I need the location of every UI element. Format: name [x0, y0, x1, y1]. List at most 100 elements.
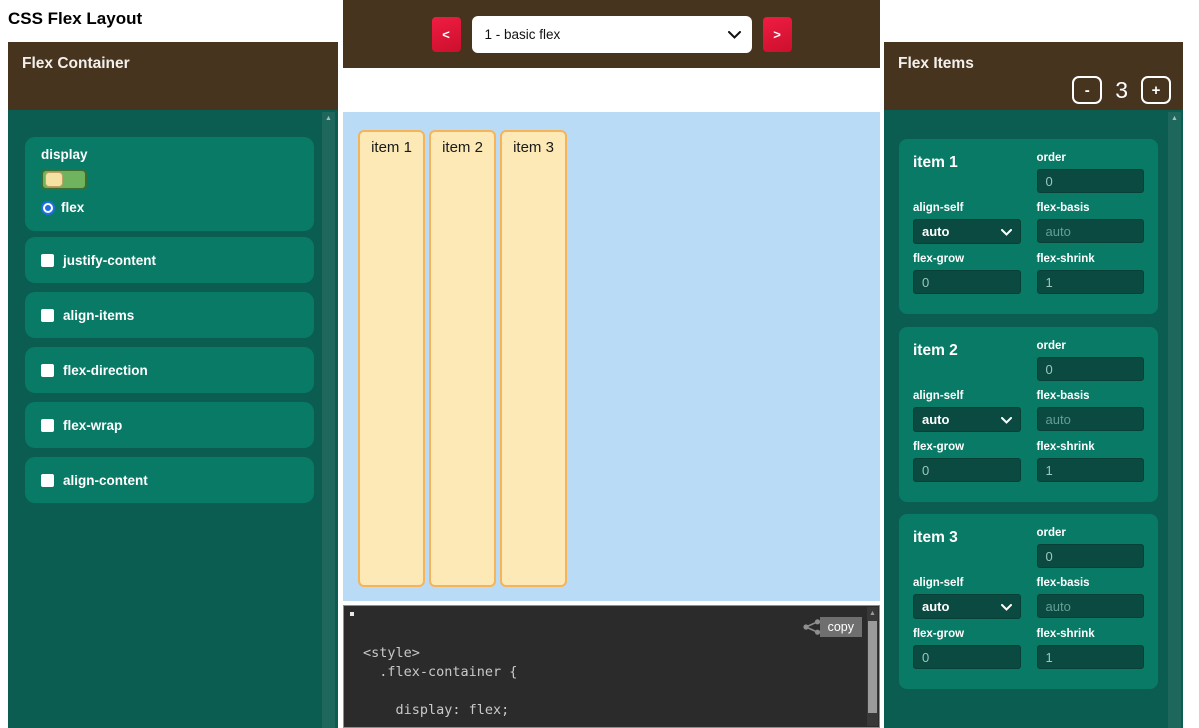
- flex-basis-input[interactable]: [1037, 407, 1145, 431]
- flex-grow-label: flex-grow: [913, 253, 1021, 265]
- share-icon[interactable]: [803, 619, 821, 635]
- justify-content-checkbox[interactable]: [41, 254, 54, 267]
- align-items-checkbox[interactable]: [41, 309, 54, 322]
- item-2-title: item 2: [913, 340, 1021, 381]
- flex-container-panel-body: ▲ display flex justify-content align-ite…: [8, 110, 338, 728]
- flex-shrink-label: flex-shrink: [1037, 628, 1145, 640]
- flex-shrink-input[interactable]: [1037, 645, 1145, 669]
- demo-flex-item-2: item 2: [429, 130, 496, 587]
- code-viewer: <style> .flex-container { display: flex;…: [343, 605, 880, 728]
- prev-example-button[interactable]: <: [432, 17, 461, 52]
- flex-shrink-label: flex-shrink: [1037, 441, 1145, 453]
- align-content-card[interactable]: align-content: [25, 457, 314, 503]
- align-self-value: auto: [922, 412, 949, 427]
- flex-container-panel: Flex Container ▲ display flex justify-co…: [8, 42, 338, 728]
- demo-flex-item-1: item 1: [358, 130, 425, 587]
- toggle-knob-icon: [45, 172, 63, 187]
- display-control-card: display flex: [25, 137, 314, 231]
- display-toggle[interactable]: [41, 169, 87, 190]
- flex-basis-label: flex-basis: [1037, 202, 1145, 214]
- flex-demo-container: item 1 item 2 item 3: [343, 112, 880, 601]
- justify-content-label: justify-content: [63, 253, 156, 268]
- flex-basis-input[interactable]: [1037, 594, 1145, 618]
- next-example-button[interactable]: >: [763, 17, 792, 52]
- flex-grow-label: flex-grow: [913, 628, 1021, 640]
- code-text: <style> .flex-container { display: flex;: [363, 644, 517, 720]
- code-scrollbar[interactable]: ▲: [867, 607, 878, 726]
- align-items-card[interactable]: align-items: [25, 292, 314, 338]
- flex-shrink-input[interactable]: [1037, 270, 1145, 294]
- item-2-settings-card: item 2 order align-self auto: [899, 327, 1158, 502]
- increase-items-button[interactable]: +: [1141, 76, 1171, 104]
- item-count-stepper: - 3 +: [1072, 76, 1171, 104]
- align-self-select[interactable]: auto: [913, 407, 1021, 432]
- chevron-down-icon: [1001, 417, 1012, 424]
- flex-grow-label: flex-grow: [913, 441, 1021, 453]
- flex-container-panel-header: Flex Container: [8, 42, 338, 110]
- item-3-settings-card: item 3 order align-self auto: [899, 514, 1158, 689]
- align-self-value: auto: [922, 599, 949, 614]
- display-label: display: [41, 147, 298, 162]
- copy-button[interactable]: copy: [820, 617, 862, 637]
- flex-wrap-label: flex-wrap: [63, 418, 122, 433]
- right-panel-scrollbar[interactable]: ▲: [1168, 112, 1181, 728]
- code-scrollbar-thumb[interactable]: [868, 621, 877, 713]
- flex-wrap-card[interactable]: flex-wrap: [25, 402, 314, 448]
- order-input[interactable]: [1037, 357, 1145, 381]
- flex-basis-label: flex-basis: [1037, 577, 1145, 589]
- order-label: order: [1037, 340, 1145, 352]
- flex-grow-input[interactable]: [913, 270, 1021, 294]
- item-1-settings-card: item 1 order align-self auto: [899, 139, 1158, 314]
- chevron-down-icon: [1001, 229, 1012, 236]
- order-input[interactable]: [1037, 169, 1145, 193]
- item-3-title: item 3: [913, 527, 1021, 568]
- chevron-down-icon: [728, 31, 741, 39]
- justify-content-card[interactable]: justify-content: [25, 237, 314, 283]
- app-window: CSS Flex Layout Flex Container ▲ display…: [0, 0, 1199, 728]
- decrease-items-button[interactable]: -: [1072, 76, 1102, 104]
- flex-basis-input[interactable]: [1037, 219, 1145, 243]
- example-select-value: 1 - basic flex: [485, 27, 561, 42]
- flex-grow-input[interactable]: [913, 458, 1021, 482]
- order-input[interactable]: [1037, 544, 1145, 568]
- align-content-checkbox[interactable]: [41, 474, 54, 487]
- align-self-label: align-self: [913, 390, 1021, 402]
- flex-wrap-checkbox[interactable]: [41, 419, 54, 432]
- flex-radio-button[interactable]: [41, 201, 55, 215]
- scroll-up-icon[interactable]: ▲: [867, 607, 878, 620]
- example-select[interactable]: 1 - basic flex: [472, 16, 752, 53]
- align-self-label: align-self: [913, 577, 1021, 589]
- item-count: 3: [1115, 77, 1128, 104]
- flex-items-panel-body: ▲ item 1 order align-self auto: [884, 110, 1183, 728]
- align-self-select[interactable]: auto: [913, 594, 1021, 619]
- flex-items-panel: Flex Items - 3 + ▲ item 1 order: [884, 42, 1183, 728]
- flex-direction-card[interactable]: flex-direction: [25, 347, 314, 393]
- display-flex-radio-row: flex: [41, 200, 298, 215]
- align-items-label: align-items: [63, 308, 134, 323]
- scroll-up-icon[interactable]: ▲: [322, 112, 335, 126]
- flex-radio-label: flex: [61, 200, 84, 215]
- align-self-label: align-self: [913, 202, 1021, 214]
- flex-shrink-label: flex-shrink: [1037, 253, 1145, 265]
- example-nav-header: < 1 - basic flex >: [343, 0, 880, 68]
- order-label: order: [1037, 527, 1145, 539]
- flex-direction-label: flex-direction: [63, 363, 148, 378]
- demo-flex-item-3: item 3: [500, 130, 567, 587]
- align-content-label: align-content: [63, 473, 148, 488]
- flex-basis-label: flex-basis: [1037, 390, 1145, 402]
- flex-shrink-input[interactable]: [1037, 458, 1145, 482]
- flex-container-panel-title: Flex Container: [22, 55, 130, 72]
- page-title: CSS Flex Layout: [8, 9, 142, 29]
- scroll-up-icon[interactable]: ▲: [1168, 112, 1181, 126]
- left-panel-scrollbar[interactable]: ▲: [322, 112, 335, 728]
- flex-items-panel-title: Flex Items: [898, 55, 974, 72]
- chevron-down-icon: [1001, 604, 1012, 611]
- code-caret-dot: [350, 612, 354, 616]
- flex-grow-input[interactable]: [913, 645, 1021, 669]
- align-self-select[interactable]: auto: [913, 219, 1021, 244]
- flex-direction-checkbox[interactable]: [41, 364, 54, 377]
- align-self-value: auto: [922, 224, 949, 239]
- order-label: order: [1037, 152, 1145, 164]
- item-1-title: item 1: [913, 152, 1021, 193]
- flex-items-panel-header: Flex Items - 3 +: [884, 42, 1183, 110]
